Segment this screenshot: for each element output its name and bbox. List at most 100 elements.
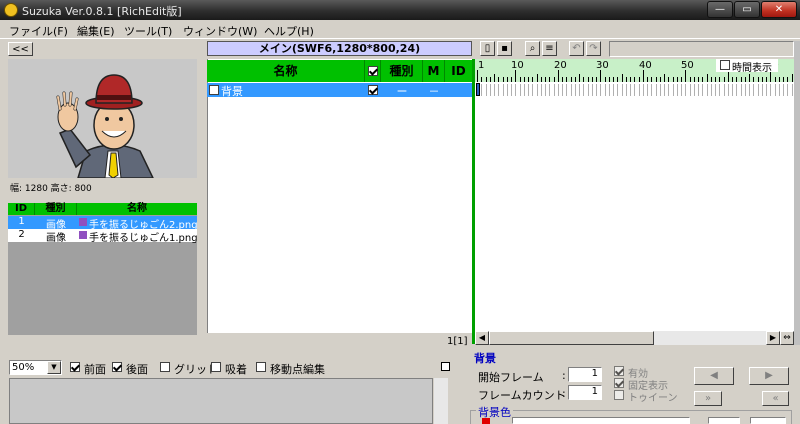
movie-title: メイン(SWF6,1280*800,24) [207, 41, 472, 56]
layer-visible-checkbox[interactable] [368, 85, 378, 95]
scroll-left-button[interactable]: ◀ [475, 331, 489, 345]
ruler-tick [536, 74, 538, 82]
frame-count-input[interactable]: 1 [568, 385, 602, 400]
resize-handle-icon[interactable]: ⇔ [780, 331, 794, 345]
frame-grid-line [498, 84, 500, 96]
stage-vscrollbar[interactable] [434, 378, 448, 424]
color-slider[interactable] [512, 417, 690, 424]
image-preview [8, 59, 197, 178]
timeline-area[interactable] [475, 97, 794, 331]
layer-col-name[interactable]: 名称 [207, 60, 365, 82]
frame-grid-line [494, 84, 495, 96]
tween-checkbox[interactable] [614, 390, 624, 400]
table-row[interactable]: 背景 ー － [207, 83, 472, 98]
next-frame-button[interactable]: ▶ [749, 367, 789, 385]
asset-name: 手を振るじゅごん1.png [89, 233, 197, 244]
frame-grid-line [715, 84, 716, 96]
move-point-checkbox[interactable] [256, 362, 266, 372]
ruler-tick [579, 74, 580, 82]
new-page-icon[interactable]: ▯ [480, 41, 495, 56]
asset-col-name[interactable]: 名称 [77, 203, 197, 215]
stage-canvas[interactable] [9, 378, 433, 424]
redo-icon[interactable]: ↷ [586, 41, 601, 56]
scroll-right-button[interactable]: ▶ [766, 331, 780, 345]
ruler-tick [749, 74, 750, 82]
undo-icon[interactable]: ↶ [569, 41, 584, 56]
layer-select-checkbox[interactable] [209, 85, 219, 95]
color-value-input[interactable] [708, 417, 740, 424]
maximize-button[interactable]: ▭ [734, 1, 760, 18]
ruler-label: 30 [596, 60, 609, 71]
menu-file[interactable]: ファイル(F) [9, 23, 68, 39]
layer-col-visible[interactable] [365, 60, 381, 82]
frame-grid-line [659, 84, 661, 96]
rewind-button[interactable]: « [762, 391, 789, 406]
zoom-select[interactable]: 50% ▼ [9, 360, 62, 375]
layer-col-type[interactable]: 種別 [381, 60, 423, 82]
prev-frame-button[interactable]: ◀ [694, 367, 734, 385]
layer-col-m[interactable]: M [423, 60, 445, 82]
color-preview[interactable] [750, 417, 786, 424]
frame-grid-line [549, 84, 551, 96]
layer-type: ー [396, 85, 408, 98]
layer-name: 背景 [221, 85, 243, 98]
frame-grid-line [557, 84, 559, 96]
time-display-checkbox[interactable] [720, 60, 730, 70]
tween-label: トゥイーン [628, 393, 678, 404]
ruler-tick [706, 74, 708, 82]
maximize-stage-icon[interactable] [441, 362, 450, 371]
minimize-button[interactable]: — [707, 1, 733, 18]
timeline-vscrollbar[interactable] [794, 41, 800, 345]
visible-all-checkbox[interactable] [367, 66, 378, 76]
ruler-tick [642, 70, 644, 82]
keyframe-marker[interactable] [476, 83, 480, 96]
asset-col-id[interactable]: ID [8, 203, 35, 215]
frame-grid-line [749, 84, 750, 96]
chevron-down-icon[interactable]: ▼ [47, 361, 61, 374]
frame-grid-line [783, 84, 784, 96]
document-icon[interactable]: ≡ [542, 41, 557, 56]
frame-grid-line [600, 84, 602, 96]
fixed-display-checkbox[interactable] [614, 378, 624, 388]
layer-m: － [428, 85, 440, 98]
red-swatch [482, 418, 490, 424]
asset-col-type[interactable]: 種別 [35, 203, 77, 215]
menu-edit[interactable]: 編集(E) [77, 23, 115, 39]
collapse-panel-button[interactable]: << [8, 42, 33, 56]
move-point-label: 移動点編集 [270, 363, 325, 376]
snap-checkbox[interactable] [211, 362, 221, 372]
enabled-checkbox[interactable] [614, 366, 624, 376]
frame-grid-line [672, 84, 674, 96]
frame-grid-line [608, 84, 610, 96]
ruler-label: 1 [478, 60, 485, 71]
menu-help[interactable]: ヘルプ(H) [264, 23, 314, 39]
table-row[interactable]: 2 画像 手を振るじゅごん1.png [8, 229, 197, 244]
front-checkbox[interactable] [70, 362, 80, 372]
save-icon[interactable]: ▪ [497, 41, 512, 56]
frame-grid-line [770, 84, 772, 96]
hscroll-thumb[interactable] [489, 331, 654, 345]
start-frame-input[interactable]: 1 [568, 367, 602, 382]
frame-grid-line [706, 84, 708, 96]
layer-col-id[interactable]: ID [445, 60, 472, 82]
close-button[interactable]: ✕ [761, 1, 797, 18]
title-bar: Suzuka Ver.0.8.1 [RichEdit版] — ▭ ✕ [0, 0, 800, 20]
frame-grid-line [774, 84, 776, 96]
frame-grid-line [511, 84, 512, 96]
frame-grid-line [579, 84, 580, 96]
ruler-tick [477, 70, 478, 82]
frame-grid-line [651, 84, 653, 96]
search-icon[interactable]: ⌕ [525, 41, 540, 56]
frame-grid-line [740, 84, 742, 96]
menu-window[interactable]: ウィンドウ(W) [183, 23, 257, 39]
fast-forward-button[interactable]: » [694, 391, 722, 406]
menu-tools[interactable]: ツール(T) [124, 23, 172, 39]
app-icon [4, 3, 18, 17]
back-checkbox[interactable] [112, 362, 122, 372]
time-display-toggle[interactable]: 時間表示 [716, 59, 778, 74]
image-size-label: 幅: 1280 高さ: 800 [10, 184, 92, 194]
grid-checkbox[interactable] [160, 362, 170, 372]
table-row[interactable]: 1 画像 手を振るじゅごん2.png [8, 216, 197, 231]
frame-grid-line [523, 84, 525, 96]
frame-grid-line [536, 84, 538, 96]
